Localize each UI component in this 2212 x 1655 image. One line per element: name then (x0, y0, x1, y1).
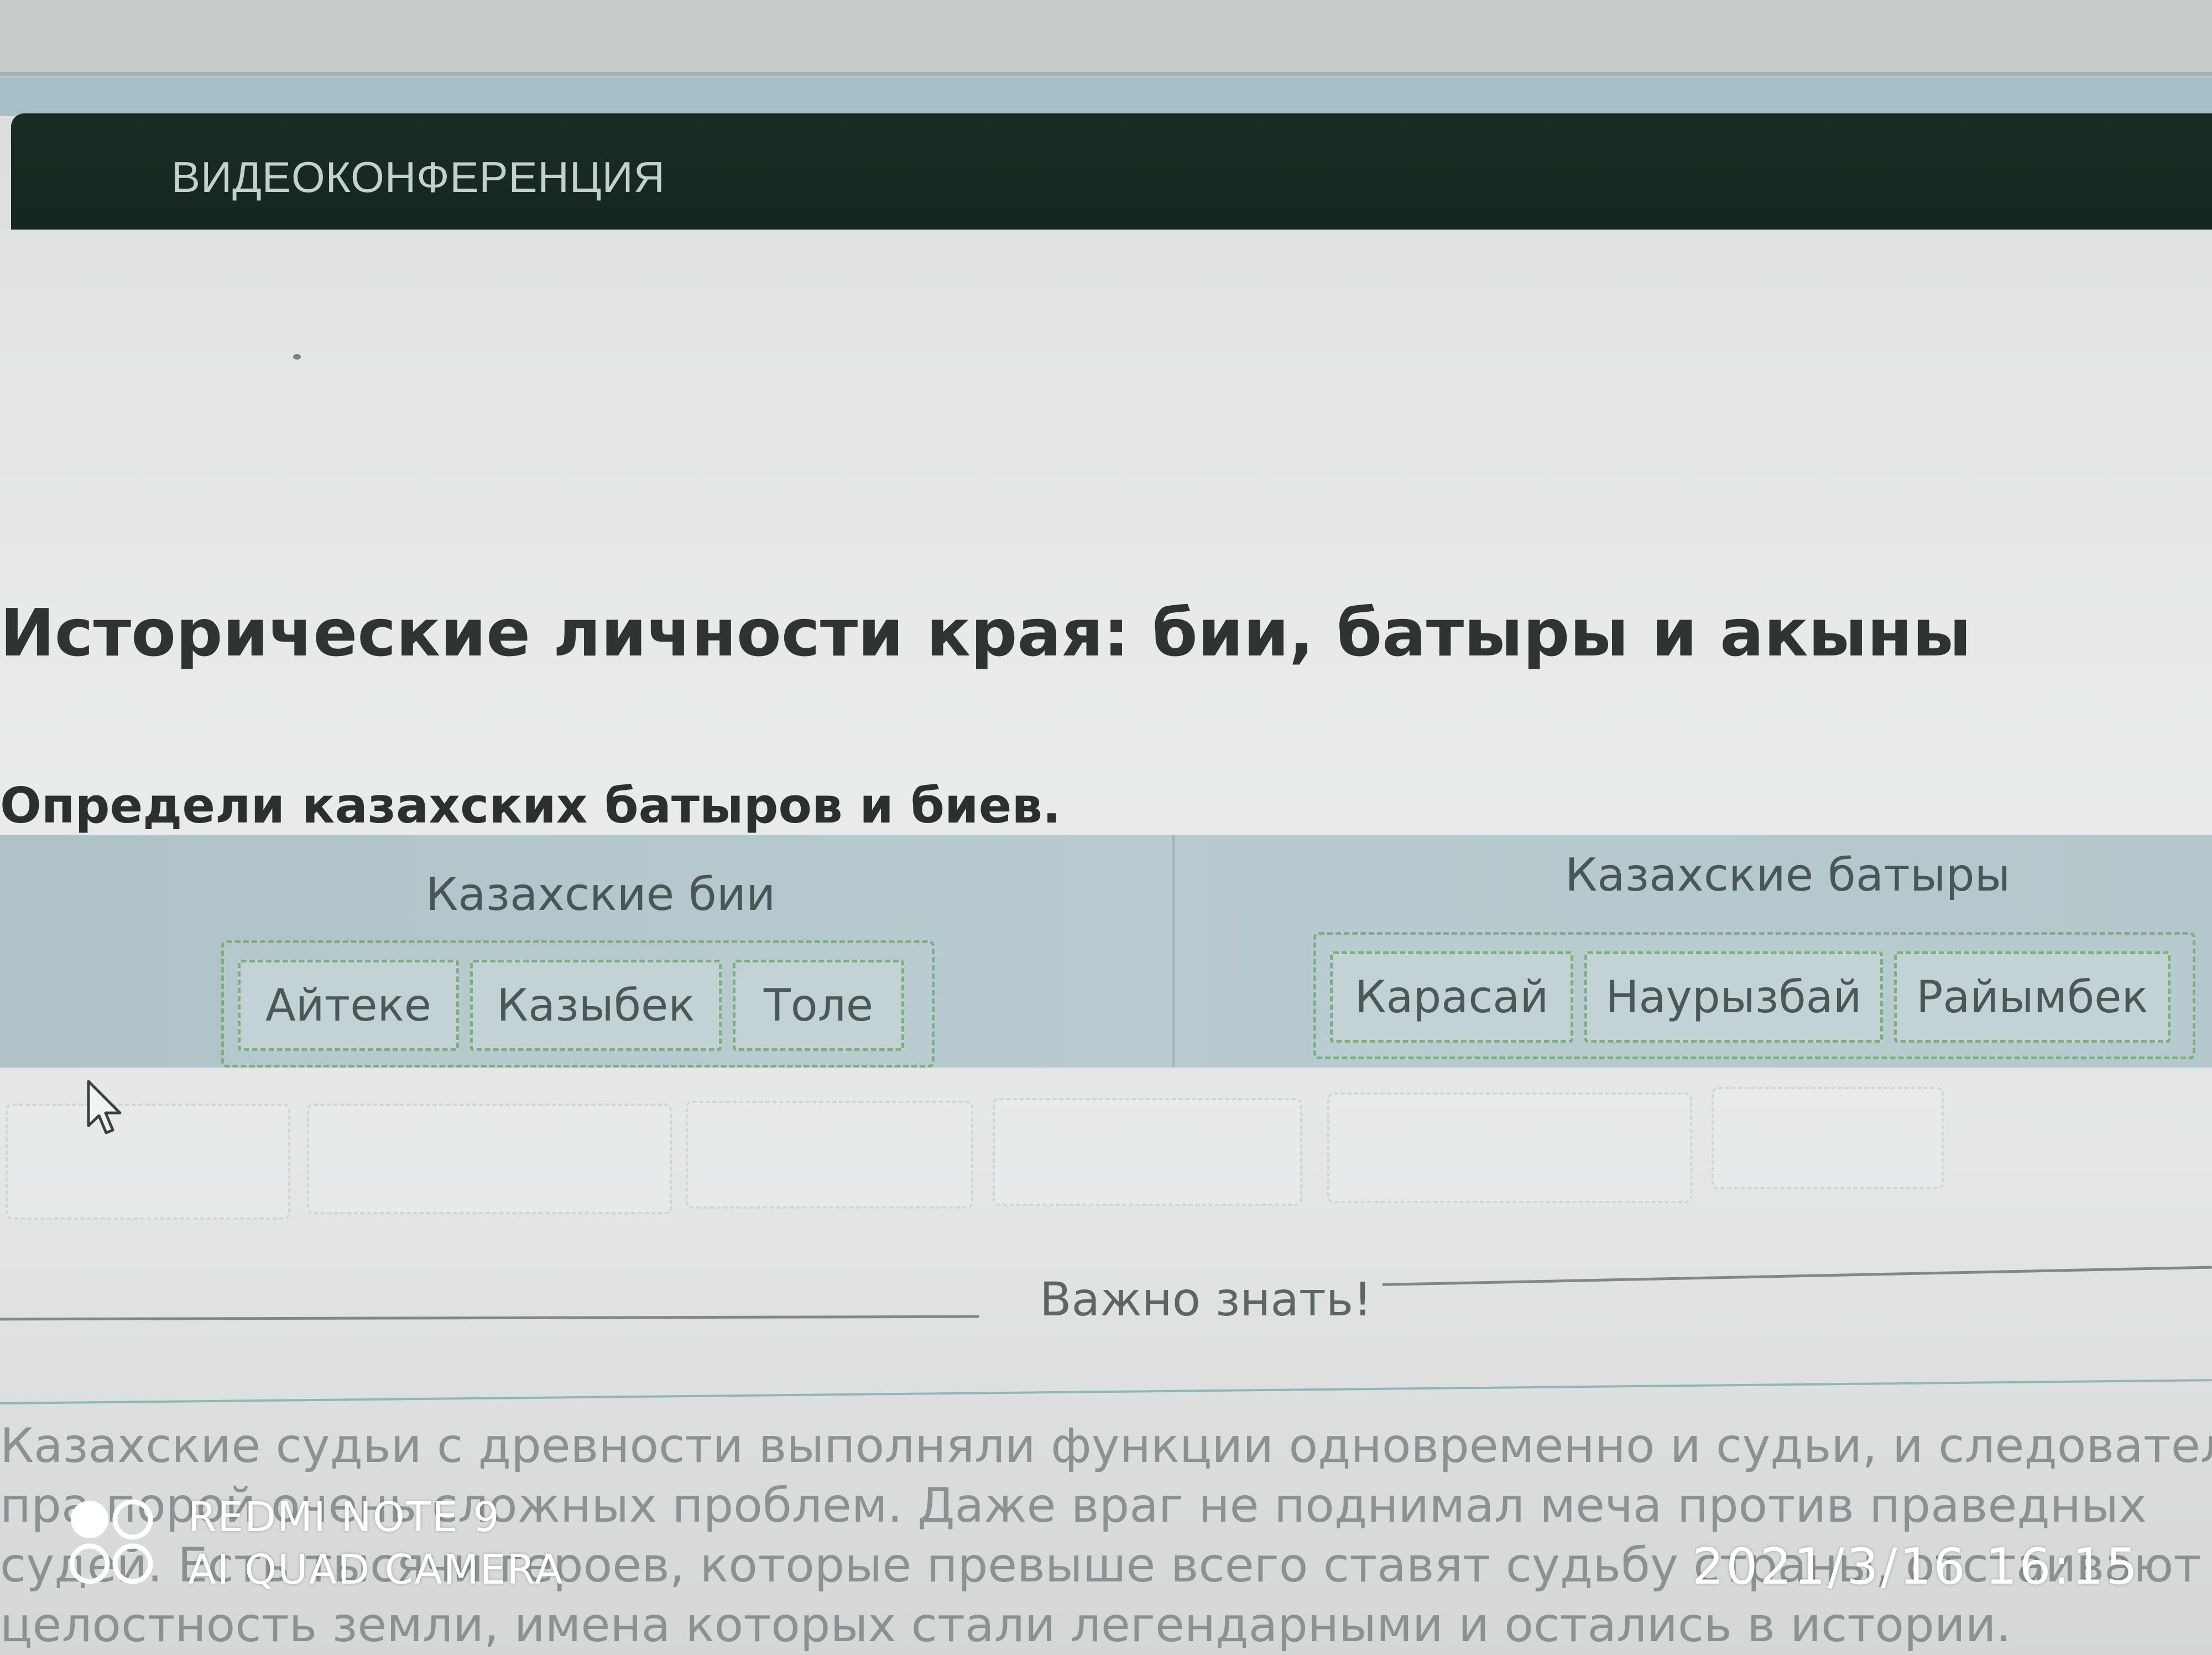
categories-divider (1172, 835, 1175, 1068)
paragraph-line: целостность земли, имена которых стали л… (0, 1597, 2011, 1653)
empty-answer-slot[interactable] (686, 1101, 973, 1209)
camera-type-label: AI QUAD CAMERA (188, 1546, 564, 1594)
answer-chip[interactable]: Казыбек (470, 960, 722, 1051)
section-rule-left (0, 1315, 979, 1321)
drop-zone-batyrs[interactable]: Карасай Наурызбай Райымбек (1313, 932, 2195, 1059)
answer-chip[interactable]: Наурызбай (1584, 951, 1883, 1043)
answer-chip[interactable]: Райымбек (1894, 951, 2171, 1043)
empty-answer-slot[interactable] (1712, 1087, 1944, 1189)
empty-answer-slot[interactable] (307, 1104, 672, 1214)
section-rule-right (1382, 1266, 2212, 1286)
task-instruction: Определи казахских батыров и биев. (0, 777, 1061, 834)
top-strip-border (0, 72, 2212, 76)
navbar: ВИДЕОКОНФЕРЕНЦИЯ (11, 113, 2212, 230)
nav-videoconference-link[interactable]: ВИДЕОКОНФЕРЕНЦИЯ (171, 152, 665, 202)
answer-chip[interactable]: Карасай (1330, 951, 1573, 1043)
camera-model-label: REDMI NOTE 9 (188, 1493, 500, 1541)
page-title: Исторические личности края: бии, батыры … (0, 595, 1971, 671)
empty-answer-slot[interactable] (993, 1098, 1302, 1206)
drop-zone-bii[interactable]: Айтеке Казыбек Толе (221, 940, 935, 1068)
category-title-bii: Казахские бии (426, 868, 776, 921)
empty-answer-slot[interactable] (6, 1104, 290, 1220)
section-separator (0, 1379, 2212, 1404)
important-heading: Важно знать! (1040, 1272, 1372, 1326)
photo-timestamp: 2021/3/16 16:15 (1692, 1538, 2140, 1596)
answer-chip[interactable]: Толе (733, 960, 904, 1051)
screen-speck (293, 354, 301, 360)
nav-underlay (0, 77, 2212, 116)
mouse-pointer-icon (87, 1080, 122, 1134)
camera-logo-icon (69, 1499, 153, 1584)
paragraph-line: Казахские судьи с древности выполняли фу… (0, 1418, 2212, 1474)
answer-chip[interactable]: Айтеке (238, 960, 459, 1051)
empty-answer-slot[interactable] (1327, 1092, 1692, 1203)
category-title-batyrs: Казахские батыры (1565, 849, 2011, 902)
browser-top-strip (0, 0, 2212, 77)
